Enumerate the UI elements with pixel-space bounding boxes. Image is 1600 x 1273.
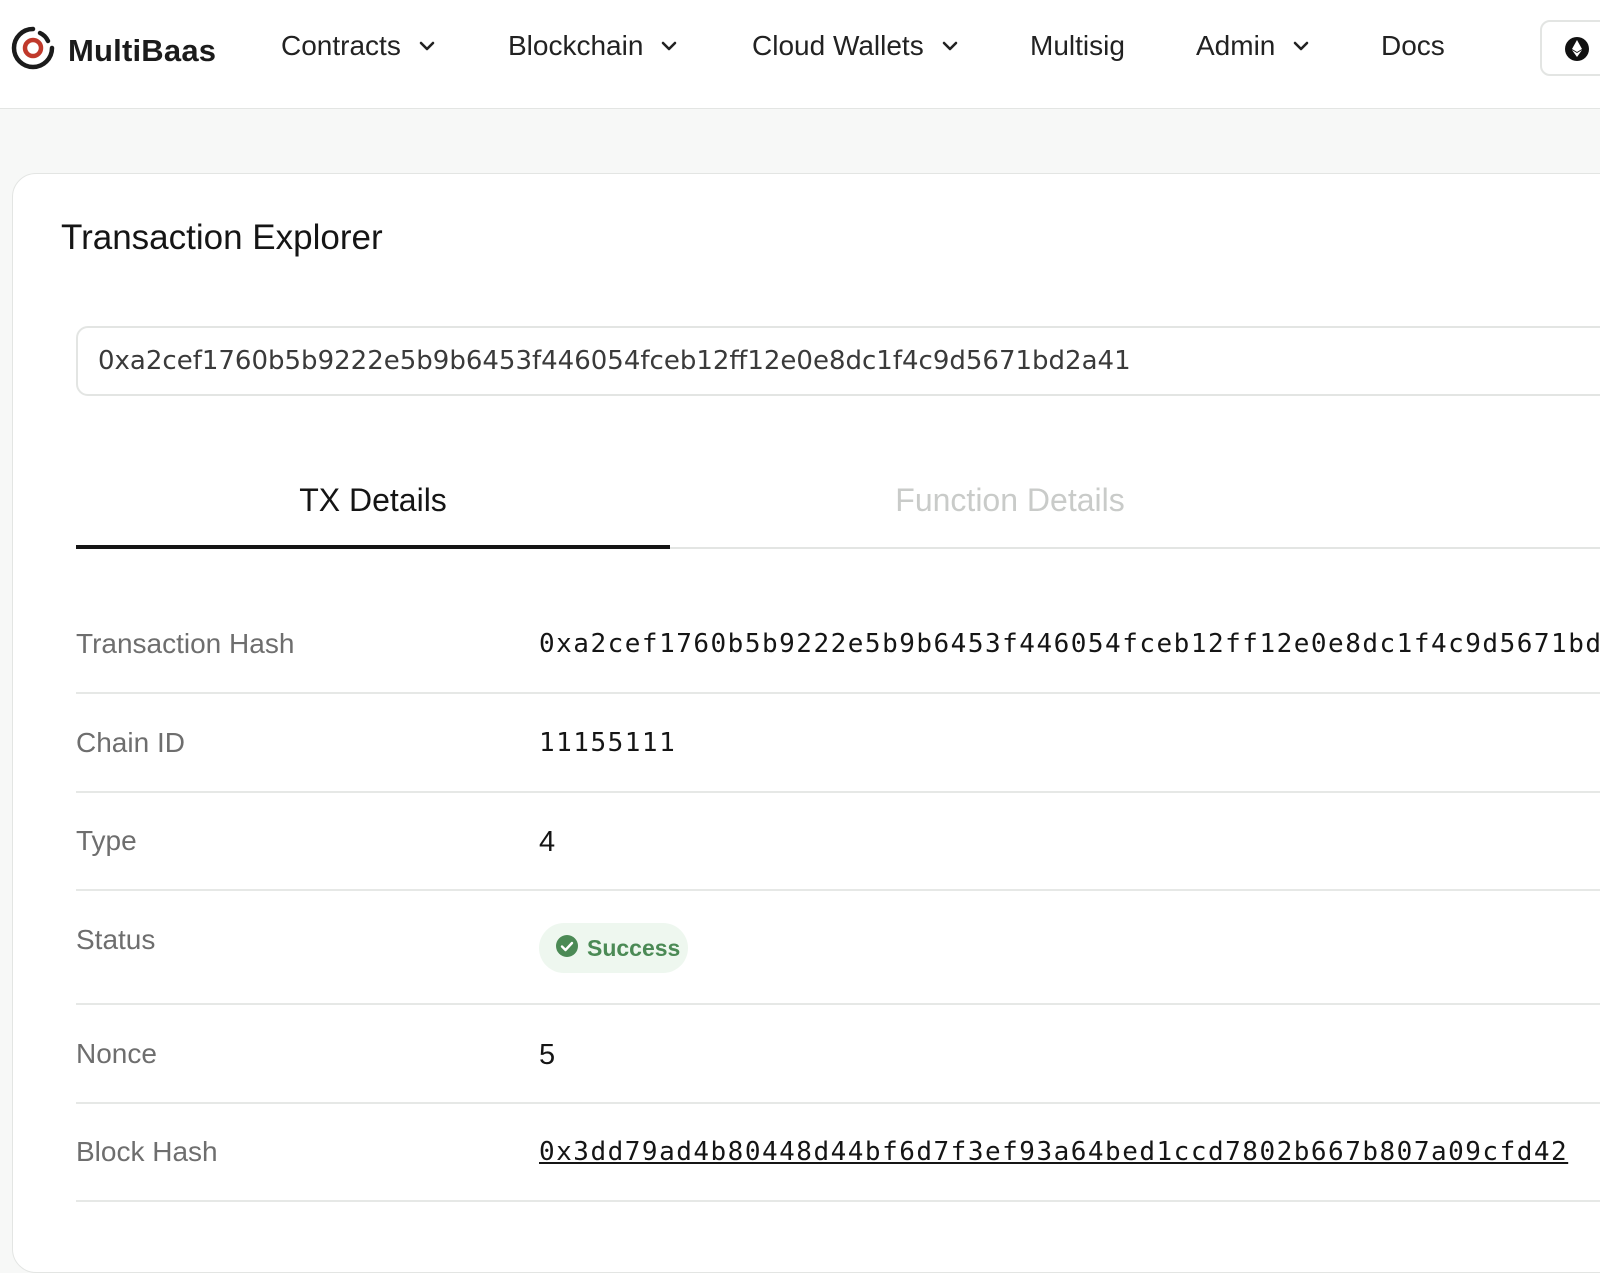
- block-hash-link[interactable]: 0x3dd79ad4b80448d44bf6d7f3ef93a64bed1ccd…: [539, 1137, 1568, 1167]
- nonce-value: 5: [539, 1039, 556, 1071]
- nav-admin[interactable]: Admin: [1196, 30, 1311, 62]
- nav-cloud-wallets[interactable]: Cloud Wallets: [752, 30, 960, 62]
- status-badge-text: Success: [587, 934, 681, 961]
- multibaas-logo-icon: [10, 25, 56, 76]
- type-value: 4: [539, 826, 556, 858]
- nonce-label: Nonce: [76, 1038, 157, 1069]
- nav-blockchain-label: Blockchain: [508, 30, 644, 61]
- tx-hash-label: Transaction Hash: [76, 628, 295, 659]
- nav-multisig[interactable]: Multisig: [1030, 30, 1125, 62]
- nav-docs-label: Docs: [1381, 30, 1445, 61]
- type-label: Type: [76, 825, 137, 856]
- status-label: Status: [76, 924, 156, 955]
- chevron-down-icon: [1294, 41, 1309, 51]
- nav-blockchain[interactable]: Blockchain: [508, 30, 679, 62]
- tab-tx-details[interactable]: TX Details: [76, 482, 670, 519]
- nav-cloud-wallets-label: Cloud Wallets: [752, 30, 924, 61]
- chevron-down-icon: [942, 41, 958, 51]
- row-divider: [76, 889, 1600, 891]
- transaction-search-input[interactable]: [76, 326, 1600, 396]
- ethereum-icon: [1564, 36, 1590, 67]
- row-divider: [76, 692, 1600, 694]
- tab-function-details[interactable]: Function Details: [710, 482, 1310, 519]
- brand-name: MultiBaas: [68, 32, 217, 68]
- active-tab-indicator: [76, 545, 670, 549]
- nav-multisig-label: Multisig: [1030, 30, 1125, 61]
- nav-contracts[interactable]: Contracts: [281, 30, 437, 62]
- page-title: Transaction Explorer: [61, 218, 383, 257]
- chain-id-label: Chain ID: [76, 727, 185, 758]
- nav-admin-label: Admin: [1196, 30, 1276, 61]
- nav-contracts-label: Contracts: [281, 30, 401, 61]
- chevron-down-icon: [419, 41, 435, 51]
- status-badge: Success: [539, 923, 688, 973]
- row-divider: [76, 1102, 1600, 1104]
- check-circle-icon: [555, 934, 579, 963]
- row-divider: [76, 1003, 1600, 1005]
- chevron-down-icon: [662, 41, 677, 51]
- network-selector-button[interactable]: [1540, 20, 1600, 76]
- nav-docs[interactable]: Docs: [1381, 30, 1445, 62]
- block-hash-label: Block Hash: [76, 1136, 218, 1167]
- brand-logo-link[interactable]: MultiBaas: [10, 25, 216, 76]
- row-divider: [76, 791, 1600, 793]
- chain-id-value: 11155111: [539, 728, 677, 758]
- tx-hash-value: 0xa2cef1760b5b9222e5b9b6453f446054fceb12…: [539, 629, 1600, 659]
- top-navbar: MultiBaas Contracts Blockchain Cloud Wal…: [0, 0, 1600, 109]
- row-divider: [76, 1200, 1600, 1202]
